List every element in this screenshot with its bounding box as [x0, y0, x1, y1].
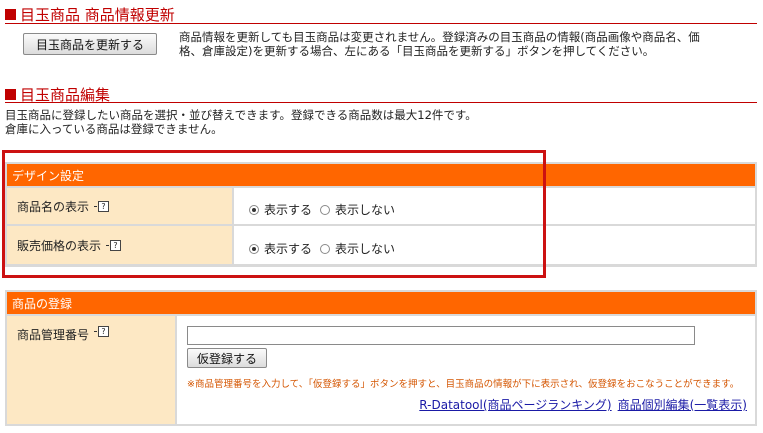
- help-icon[interactable]: ?: [94, 326, 110, 337]
- row-label-text: 販売価格の表示: [17, 238, 102, 253]
- update-section-title: 目玉商品 商品情報更新: [5, 4, 175, 25]
- design-settings-panel: デザイン設定 商品名の表示 ? 表示する 表示しない 販売価格の表示 ? 表示す…: [5, 162, 757, 267]
- row-label-text: 商品名の表示: [17, 199, 90, 214]
- product-name-hide-radio[interactable]: 表示しない: [320, 201, 395, 218]
- option-text: 表示する: [264, 203, 313, 217]
- sale-price-show-radio[interactable]: 表示する: [249, 240, 312, 257]
- update-featured-button[interactable]: 目玉商品を更新する: [23, 33, 157, 55]
- update-section-title-text: 目玉商品 商品情報更新: [20, 6, 175, 24]
- product-code-value-cell: 仮登録する ※商品管理番号を入力して、「仮登録する」ボタンを押すと、目玉商品の情…: [177, 316, 755, 424]
- update-note: 商品情報を更新しても目玉商品は変更されません。登録済みの目玉商品の情報(商品画像…: [179, 30, 757, 58]
- product-name-show-radio[interactable]: 表示する: [249, 201, 312, 218]
- product-code-input[interactable]: [187, 326, 695, 345]
- option-text: 表示しない: [335, 203, 396, 217]
- radio-unselected-icon[interactable]: [320, 204, 331, 215]
- radio-selected-icon[interactable]: [249, 243, 259, 254]
- design-panel-header: デザイン設定: [7, 164, 755, 186]
- update-note-line1: 商品情報を更新しても目玉商品は変更されません。登録済みの目玉商品の情報(商品画像…: [179, 30, 700, 44]
- help-icon[interactable]: ?: [94, 200, 110, 212]
- row-label-text: 商品管理番号: [17, 328, 90, 342]
- radio-unselected-icon[interactable]: [320, 243, 331, 254]
- item-edit-list-link[interactable]: 商品個別編集(一覧表示): [618, 396, 747, 413]
- update-note-line2: 格、倉庫設定)を更新する場合、左にある「目玉商品を更新する」ボタンを押してくださ…: [179, 44, 655, 58]
- provisional-register-button[interactable]: 仮登録する: [187, 348, 267, 368]
- design-panel-header-text: デザイン設定: [12, 168, 85, 183]
- sale-price-display-label: 販売価格の表示 ?: [7, 226, 232, 264]
- edit-description: 目玉商品に登録したい商品を選択・並び替えできます。登録できる商品数は最大12件で…: [5, 108, 757, 136]
- product-name-display-label: 商品名の表示 ?: [7, 188, 232, 224]
- edit-desc-line1: 目玉商品に登録したい商品を選択・並び替えできます。登録できる商品数は最大12件で…: [5, 108, 477, 122]
- register-panel-header-text: 商品の登録: [12, 296, 73, 311]
- product-registration-panel: 商品の登録 商品管理番号 ? 仮登録する ※商品管理番号を入力して、「仮登録する…: [5, 290, 757, 426]
- register-panel-header: 商品の登録: [7, 292, 755, 314]
- sale-price-display-options: 表示する 表示しない: [234, 226, 755, 264]
- red-square-icon: [5, 89, 16, 100]
- red-square-icon: [5, 9, 16, 20]
- r-datatool-link[interactable]: R-Datatool(商品ページランキング): [419, 396, 611, 413]
- sale-price-hide-radio[interactable]: 表示しない: [320, 240, 395, 257]
- product-code-label: 商品管理番号 ?: [7, 316, 175, 424]
- option-text: 表示する: [264, 242, 313, 256]
- title-underline: [5, 102, 757, 103]
- radio-selected-icon[interactable]: [249, 204, 259, 215]
- register-links: R-Datatool(商品ページランキング) 商品個別編集(一覧表示): [419, 396, 747, 413]
- edit-desc-line2: 倉庫に入っている商品は登録できません。: [5, 122, 223, 136]
- product-name-display-options: 表示する 表示しない: [234, 188, 755, 224]
- option-text: 表示しない: [335, 242, 396, 256]
- help-icon[interactable]: ?: [106, 239, 122, 251]
- register-hint: ※商品管理番号を入力して、「仮登録する」ボタンを押すと、目玉商品の情報が下に表示…: [187, 379, 740, 390]
- title-underline: [5, 23, 757, 24]
